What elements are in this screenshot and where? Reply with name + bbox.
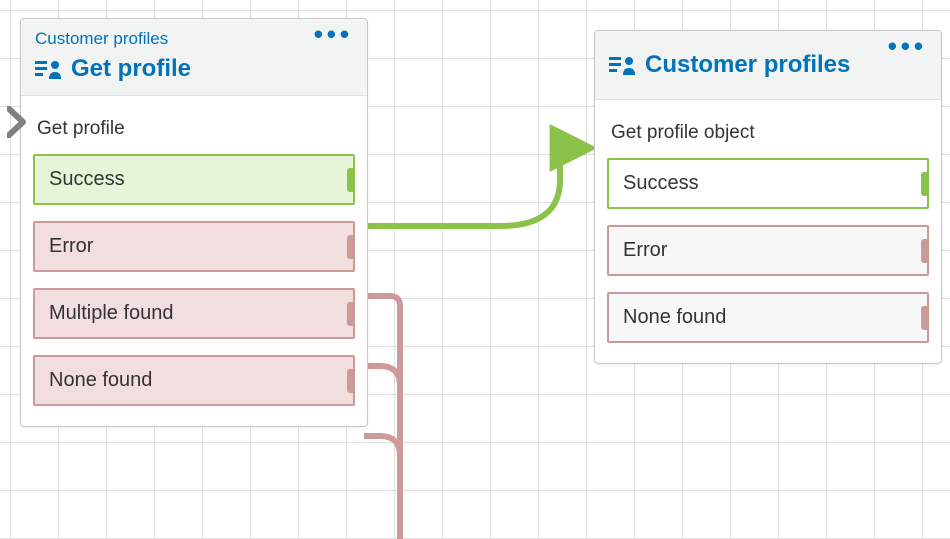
outcomes-list: Success Error Multiple found None found [21,154,367,426]
outcome-label: None found [623,306,726,328]
node-action-label: Get profile object [595,100,941,158]
connector-success [364,148,588,226]
output-port[interactable] [347,302,355,326]
connector-none [364,436,400,539]
node-menu-button[interactable]: ••• [314,29,353,39]
outcome-label: Error [49,235,93,257]
outcome-multiple-found[interactable]: Multiple found [33,288,355,339]
node-header: Customer profiles Get profile • [21,19,367,96]
output-port[interactable] [921,239,929,263]
node-customer-profiles[interactable]: Customer profiles ••• Get profile object… [594,30,942,364]
outcome-error[interactable]: Error [607,225,929,276]
node-action-label: Get profile [21,96,367,154]
connector-error [364,296,400,539]
node-title: Customer profiles [645,51,850,79]
entry-port-icon[interactable] [7,106,29,144]
action-text: Get profile object [611,122,755,143]
output-port[interactable] [347,369,355,393]
node-title: Get profile [71,55,191,83]
outcome-success[interactable]: Success [33,154,355,205]
node-get-profile[interactable]: Customer profiles Get profile • [20,18,368,427]
output-port[interactable] [921,306,929,330]
output-port[interactable] [921,172,929,196]
flow-canvas[interactable]: Customer profiles Get profile • [0,0,950,539]
outcome-label: Success [623,172,699,194]
outcome-success[interactable]: Success [607,158,929,209]
output-port[interactable] [347,235,355,259]
outcome-label: Success [49,168,125,190]
outcome-error[interactable]: Error [33,221,355,272]
profile-list-icon [35,57,61,81]
node-header: Customer profiles ••• [595,31,941,100]
output-port[interactable] [347,168,355,192]
node-menu-button[interactable]: ••• [888,41,927,51]
outcome-none-found[interactable]: None found [33,355,355,406]
outcomes-list: Success Error None found [595,158,941,363]
outcome-none-found[interactable]: None found [607,292,929,343]
outcome-label: Error [623,239,667,261]
action-text: Get profile [37,118,125,139]
outcome-label: Multiple found [49,302,174,324]
node-category: Customer profiles [35,29,353,49]
connector-multiple [364,366,400,539]
outcome-label: None found [49,369,152,391]
profile-list-icon [609,53,635,77]
